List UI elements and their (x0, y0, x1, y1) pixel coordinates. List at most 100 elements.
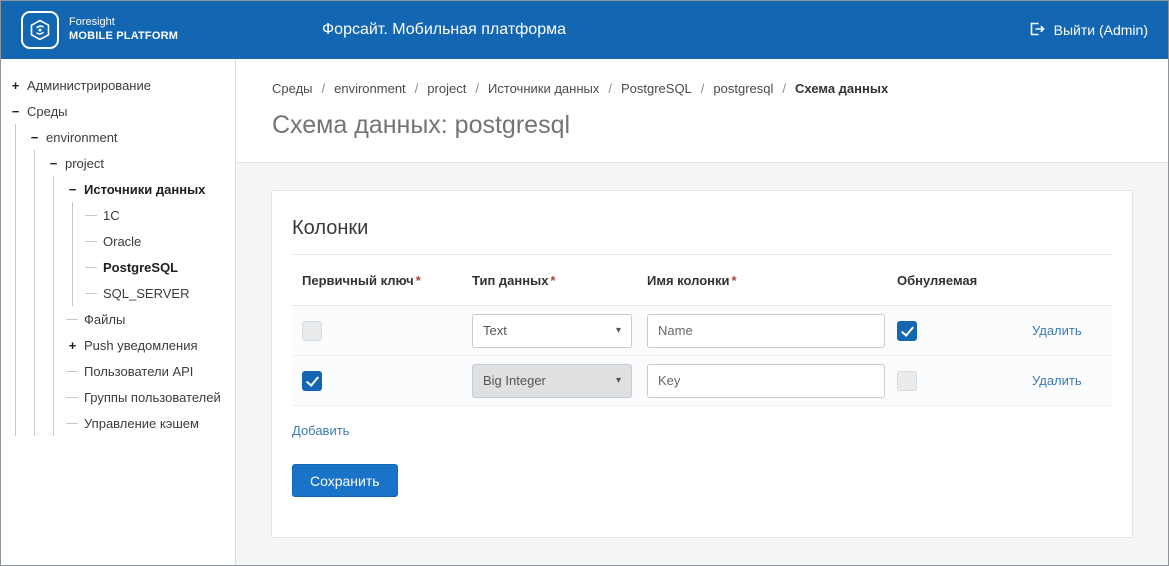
page-body: Колонки Первичный ключ* Тип данных* Имя … (236, 163, 1168, 565)
header-label: Тип данных (472, 273, 548, 288)
tree-item-label: SQL_SERVER (103, 286, 189, 301)
tree-item-cache-management[interactable]: Управление кэшем (66, 410, 227, 436)
collapse-icon[interactable]: − (66, 183, 79, 196)
nullable-checkbox[interactable] (897, 371, 917, 391)
tree-item-environment[interactable]: − environment (28, 124, 227, 150)
nullable-cell (897, 371, 1032, 391)
breadcrumb-separator: / (322, 81, 326, 96)
primary-key-cell (302, 321, 472, 341)
data-type-select[interactable]: Text ▾ (472, 314, 632, 348)
page-title: Схема данных: postgresql (272, 111, 1168, 140)
tree-connector (66, 371, 78, 372)
tree-item-label: Источники данных (84, 182, 205, 197)
tree-item-label: Файлы (84, 312, 125, 327)
topbar: Foresight MOBILE PLATFORM Форсайт. Мобил… (1, 1, 1168, 59)
tree-item-sql-server[interactable]: SQL_SERVER (85, 280, 227, 306)
header-data-type: Тип данных* (472, 273, 647, 288)
brand-name: Foresight (69, 16, 178, 30)
chevron-down-icon: ▾ (616, 375, 621, 386)
select-value: Big Integer (483, 373, 546, 388)
tree-item-push-notifications[interactable]: + Push уведомления (66, 332, 227, 358)
header-column-name: Имя колонки* (647, 273, 897, 288)
collapse-icon[interactable]: − (9, 105, 22, 118)
save-button[interactable]: Сохранить (292, 464, 398, 497)
tree-item-label: Администрирование (27, 78, 151, 93)
tree-item-data-sources[interactable]: − Источники данных (66, 176, 227, 202)
actions-cell: Удалить (1032, 322, 1112, 340)
breadcrumb-item-postgresql-source[interactable]: postgresql (713, 81, 773, 96)
primary-key-checkbox[interactable] (302, 371, 322, 391)
tree-connector (66, 423, 78, 424)
tree-item-files[interactable]: Файлы (66, 306, 227, 332)
required-marker: * (550, 273, 555, 288)
tree-item-environments[interactable]: − Среды (9, 98, 227, 124)
primary-key-checkbox[interactable] (302, 321, 322, 341)
card-title-wrap: Колонки (292, 211, 1112, 255)
breadcrumb-item-environments[interactable]: Среды (272, 81, 313, 96)
breadcrumb-item-data-schema: Схема данных (795, 81, 888, 96)
tree-item-user-groups[interactable]: Группы пользователей (66, 384, 227, 410)
expand-icon[interactable]: + (9, 79, 22, 92)
tree-item-api-users[interactable]: Пользователи API (66, 358, 227, 384)
column-name-input[interactable] (647, 364, 885, 398)
brand-logo[interactable]: Foresight MOBILE PLATFORM (21, 11, 178, 49)
header-label: Первичный ключ (302, 273, 414, 288)
tree-connector (85, 215, 97, 216)
tree-item-label: environment (46, 130, 118, 145)
column-name-cell (647, 364, 897, 398)
required-marker: * (732, 273, 737, 288)
expand-icon[interactable]: + (66, 339, 79, 352)
header-primary-key: Первичный ключ* (302, 273, 472, 288)
nullable-cell (897, 321, 1032, 341)
tree-item-postgresql[interactable]: PostgreSQL (85, 254, 227, 280)
logout-icon (1028, 21, 1045, 40)
tree-item-oracle[interactable]: Oracle (85, 228, 227, 254)
columns-card: Колонки Первичный ключ* Тип данных* Имя … (271, 190, 1133, 538)
header-nullable: Обнуляемая (897, 273, 1032, 288)
content-area: + Администрирование − Среды − environmen… (1, 59, 1168, 565)
delete-link[interactable]: Удалить (1032, 323, 1082, 338)
tree-item-1c[interactable]: 1C (85, 202, 227, 228)
breadcrumb-item-postgresql-type[interactable]: PostgreSQL (621, 81, 692, 96)
tree-connector (66, 319, 78, 320)
data-type-select: Big Integer ▾ (472, 364, 632, 398)
tree-item-label: Oracle (103, 234, 141, 249)
logout-button[interactable]: Выйти (Admin) (1028, 21, 1148, 40)
breadcrumb-separator: / (701, 81, 705, 96)
delete-link[interactable]: Удалить (1032, 373, 1082, 388)
app-window: Foresight MOBILE PLATFORM Форсайт. Мобил… (0, 0, 1169, 566)
select-value: Text (483, 323, 507, 338)
tree-item-label: 1C (103, 208, 120, 223)
tree-connector (85, 241, 97, 242)
chevron-down-icon: ▾ (616, 325, 621, 336)
actions-cell: Удалить (1032, 372, 1112, 390)
app-title: Форсайт. Мобильная платформа (322, 21, 566, 39)
collapse-icon[interactable]: − (47, 157, 60, 170)
card-title: Колонки (292, 217, 1112, 240)
required-marker: * (416, 273, 421, 288)
tree-item-administration[interactable]: + Администрирование (9, 72, 227, 98)
tree-item-project[interactable]: − project (47, 150, 227, 176)
header-label: Имя колонки (647, 273, 730, 288)
main-panel: Среды / environment / project / Источник… (236, 59, 1168, 565)
tree-connector (85, 267, 97, 268)
tree-item-label: Push уведомления (84, 338, 198, 353)
nullable-checkbox[interactable] (897, 321, 917, 341)
column-row: Big Integer ▾ Удалить (292, 356, 1112, 406)
add-column-link[interactable]: Добавить (292, 423, 349, 438)
collapse-icon[interactable]: − (28, 131, 41, 144)
brand-subtitle: MOBILE PLATFORM (69, 30, 178, 44)
foresight-logo-icon (21, 11, 59, 49)
column-name-input[interactable] (647, 314, 885, 348)
tree-item-label: project (65, 156, 104, 171)
breadcrumb-item-data-sources[interactable]: Источники данных (488, 81, 599, 96)
tree-connector (85, 293, 97, 294)
breadcrumb-separator: / (608, 81, 612, 96)
tree-item-label: Среды (27, 104, 68, 119)
breadcrumb-item-environment[interactable]: environment (334, 81, 406, 96)
brand-text: Foresight MOBILE PLATFORM (69, 16, 178, 44)
column-name-cell (647, 314, 897, 348)
breadcrumb-item-project[interactable]: project (427, 81, 466, 96)
data-type-cell: Big Integer ▾ (472, 364, 647, 398)
tree-item-label: Группы пользователей (84, 390, 221, 405)
